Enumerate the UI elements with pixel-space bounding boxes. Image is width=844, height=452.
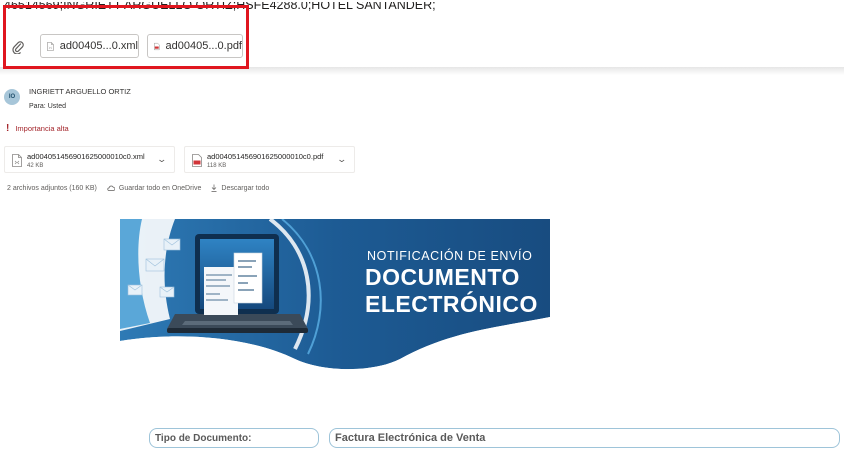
save-onedrive-label: Guardar todo en OneDrive: [118, 184, 202, 192]
cloud-icon: [107, 185, 115, 191]
avatar[interactable]: IO: [4, 89, 20, 105]
recipient-line: Para: Usted: [29, 103, 66, 110]
attachment-actions: 2 archivos adjuntos (160 KB) Guardar tod…: [7, 184, 269, 192]
attachment-name: ad004051456901625000010c0.xml: [27, 152, 145, 161]
attachment-card-xml[interactable]: ad004051456901625000010c0.xml 42 KB ⌄: [4, 146, 175, 173]
doc-type-value-field: Factura Electrónica de Venta: [329, 428, 840, 448]
download-all-label: Descargar todo: [221, 184, 270, 192]
doc-type-label-field: Tipo de Documento:: [149, 428, 319, 448]
download-all-link[interactable]: Descargar todo: [211, 184, 269, 192]
to-label: Para:: [29, 103, 46, 110]
attachment-card-pdf[interactable]: ad004051456901625000010c0.pdf 118 KB ⌄: [184, 146, 355, 173]
attachment-name: ad004051456901625000010c0.pdf: [207, 152, 324, 161]
download-icon: [211, 184, 217, 192]
chevron-down-icon[interactable]: ⌄: [337, 154, 348, 165]
attachments-count: 2 archivos adjuntos (160 KB): [7, 184, 97, 192]
importance-label: Importancia alta: [15, 124, 69, 133]
highlight-box: [3, 5, 249, 69]
banner-title-line2: DOCUMENTO: [365, 264, 520, 290]
notification-banner: NOTIFICACIÓN DE ENVÍO DOCUMENTO ELECTRÓN…: [120, 219, 550, 371]
doc-type-label: Tipo de Documento:: [155, 432, 252, 444]
sender-name[interactable]: INGRIETT ARGUELLO ORTIZ: [29, 87, 131, 96]
banner-title-line1: NOTIFICACIÓN DE ENVÍO: [367, 249, 533, 263]
attachment-size: 42 KB: [27, 163, 44, 169]
save-onedrive-link[interactable]: Guardar todo en OneDrive: [107, 184, 202, 192]
exclamation-icon: !: [6, 123, 10, 134]
importance-indicator: ! Importancia alta: [6, 123, 69, 134]
xml-file-icon: [12, 154, 22, 167]
to-value: Usted: [47, 103, 66, 110]
attachment-size: 118 KB: [207, 163, 227, 169]
doc-type-value: Factura Electrónica de Venta: [335, 432, 486, 444]
chevron-down-icon[interactable]: ⌄: [157, 154, 168, 165]
pdf-file-icon: [192, 154, 202, 167]
banner-title-line3: ELECTRÓNICO: [365, 291, 538, 317]
